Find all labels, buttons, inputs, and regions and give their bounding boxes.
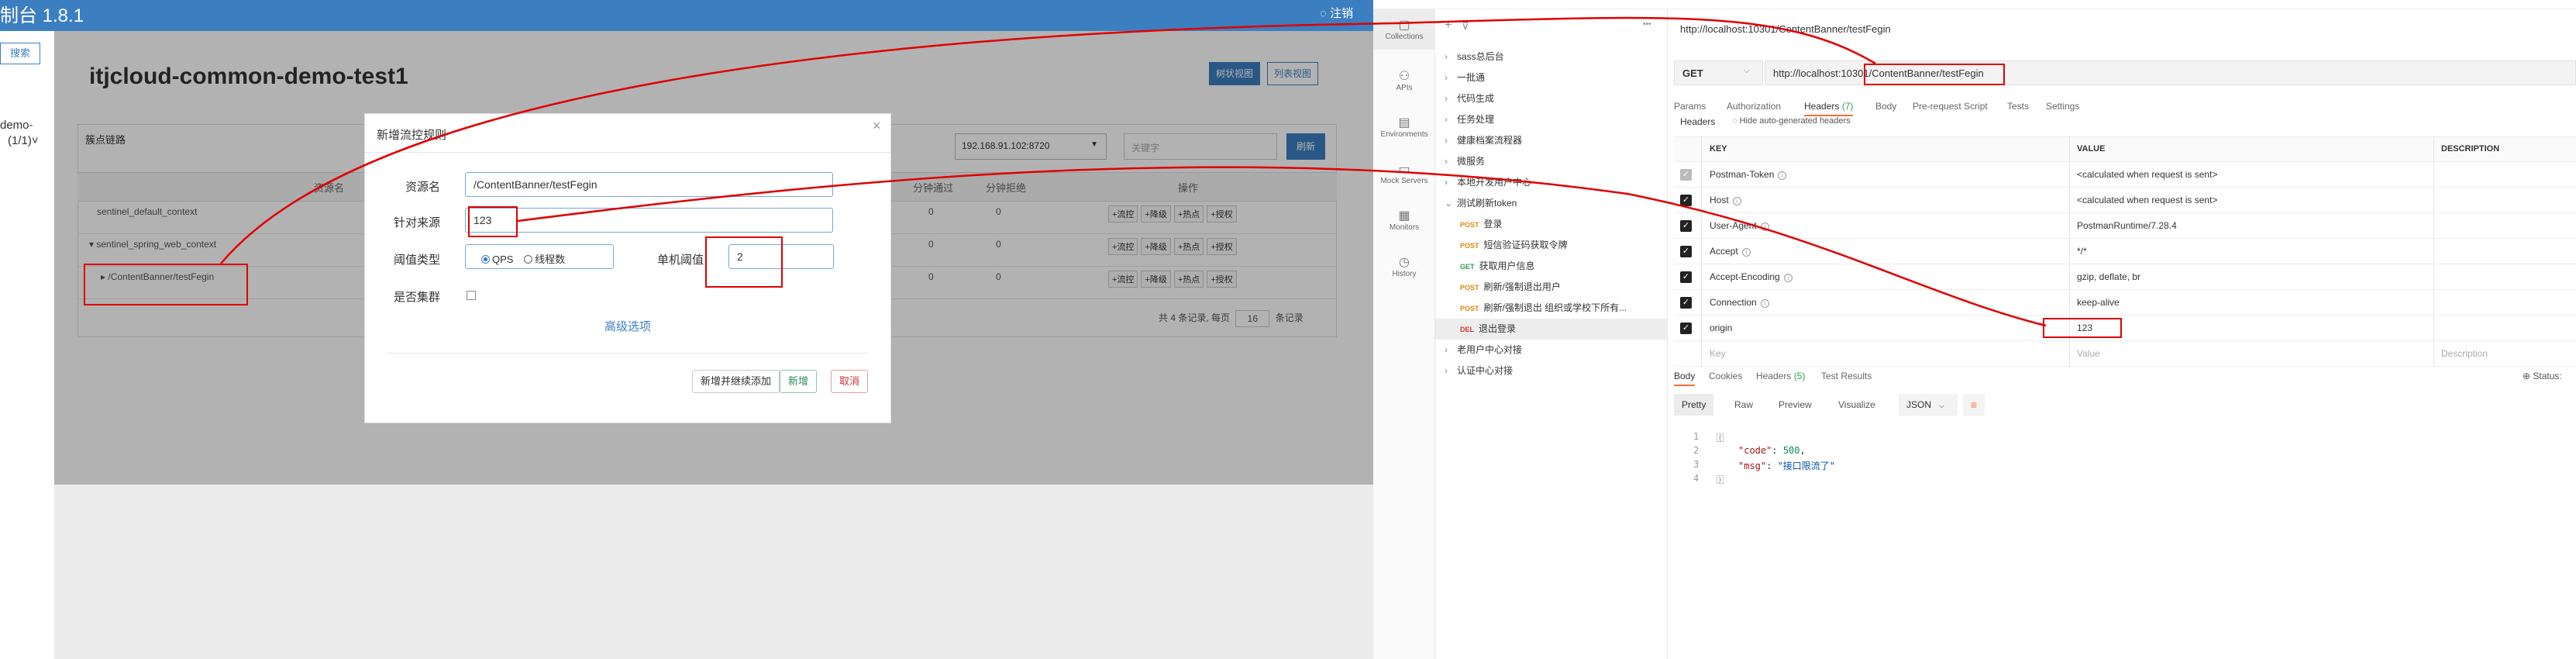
annotation-line-resource [220, 16, 1876, 264]
annotation-line-origin [517, 166, 2047, 327]
annotation-arrows [220, 16, 2047, 327]
